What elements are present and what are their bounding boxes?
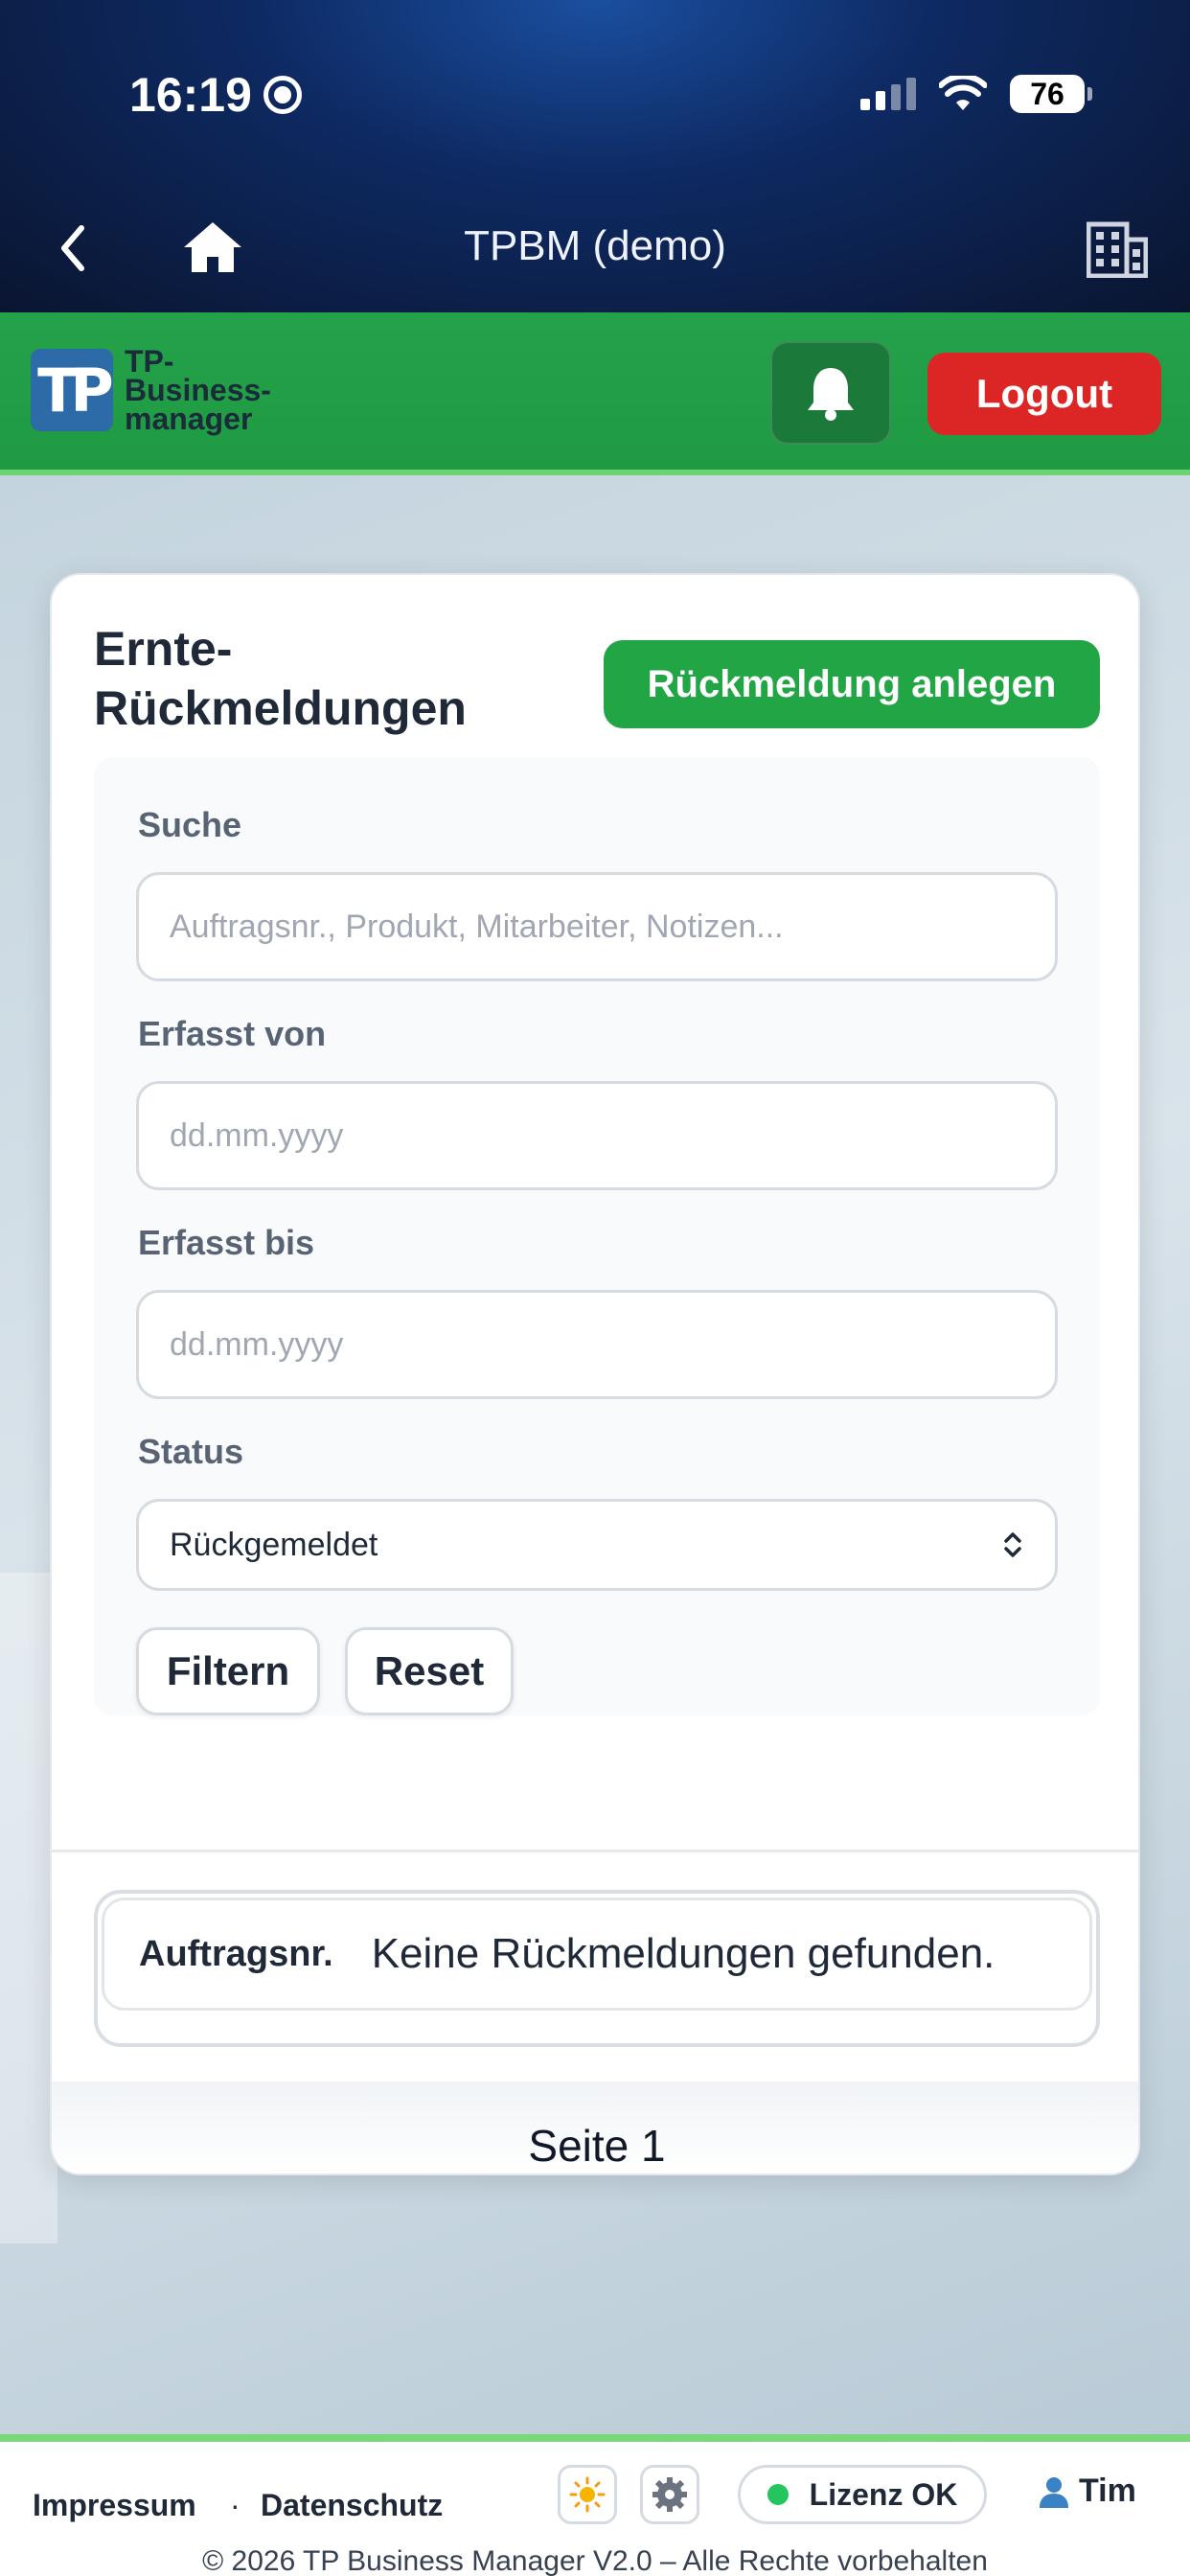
app-logo[interactable]: TP TP- Business- manager [31,344,271,436]
notifications-button[interactable] [770,341,891,445]
user-icon [1040,2476,1068,2508]
reset-button[interactable]: Reset [345,1627,514,1715]
license-status-badge[interactable]: Lizenz OK [738,2465,987,2524]
filter-form: Suche Auftragsnr., Produkt, Mitarbeiter,… [94,757,1100,1715]
license-status-text: Lizenz OK [809,2476,958,2512]
feedback-table: Auftragsnr. Keine Rückmeldungen gefunden… [94,1890,1100,2047]
to-date-input[interactable]: dd.mm.yyyy [136,1290,1058,1399]
user-menu[interactable]: Tim [1037,2472,1136,2510]
to-date-label: Erfasst bis [138,1223,315,1262]
search-label: Suche [138,805,242,844]
status-indicators: 76 [860,75,1092,113]
status-time: 16:19 [129,67,302,123]
column-header-order-number: Auftragsnr. [139,1933,333,1974]
search-input[interactable]: Auftragsnr., Produkt, Mitarbeiter, Notiz… [136,872,1058,981]
bell-icon [808,368,854,421]
battery-icon: 76 [1010,75,1092,113]
status-time-text: 16:19 [129,68,252,122]
theme-toggle-button[interactable] [558,2465,617,2524]
status-select[interactable]: Rückgemeldet [136,1499,1058,1591]
building-button[interactable] [1086,220,1149,279]
ios-top-bar: 16:19 76 TPBM (demo) [0,0,1190,312]
status-label: Status [138,1432,244,1471]
logo-line-3: manager [125,402,253,436]
logout-button[interactable]: Logout [927,353,1161,435]
page-title-text: Ernte- Rückmeldungen [94,622,467,735]
globe-icon [263,76,302,114]
chevron-up-down-icon [1004,1532,1021,1557]
app-nav-bar: TPBM (demo) [0,199,1190,295]
footer-separator: · [230,2488,240,2522]
sun-icon [569,2476,606,2513]
wifi-icon [939,76,987,110]
table-row: Auftragsnr. Keine Rückmeldungen gefunden… [102,1898,1092,2011]
logo-text: TP- Business- manager [125,344,271,436]
page-title: Ernte- Rückmeldungen [94,619,554,738]
gear-icon [652,2477,687,2512]
footer: Impressum · Datenschutz Lizenz OK Tim © … [0,2434,1190,2576]
settings-button[interactable] [640,2465,699,2524]
datenschutz-link[interactable]: Datenschutz [261,2488,443,2523]
nav-title: TPBM (demo) [464,222,726,269]
background-panel [0,1573,57,2243]
impressum-link[interactable]: Impressum [33,2488,196,2523]
user-name: Tim [1079,2472,1136,2509]
divider [52,1850,1138,1852]
empty-message: Keine Rückmeldungen gefunden. [371,1930,995,1977]
building-icon [1086,221,1149,279]
cellular-signal-icon [860,78,916,110]
harvest-feedback-card: Ernte- Rückmeldungen Rückmeldung anlegen… [50,573,1140,2175]
copyright: © 2026 TP Business Manager V2.0 – Alle R… [202,2545,988,2576]
license-status-dot [767,2484,789,2505]
create-feedback-button[interactable]: Rückmeldung anlegen [604,640,1100,728]
logo-line-1: TP- [125,344,174,379]
filter-button[interactable]: Filtern [136,1627,320,1715]
from-date-label: Erfasst von [138,1014,327,1053]
from-date-input[interactable]: dd.mm.yyyy [136,1081,1058,1190]
logo-mark: TP [31,349,114,431]
pagination-label: Seite 1 [528,2121,666,2171]
battery-level: 76 [1030,76,1064,111]
status-select-value: Rückgemeldet [170,1526,378,1563]
logo-line-2: Business- [125,373,271,407]
app-header: TP TP- Business- manager Logout [0,312,1190,475]
